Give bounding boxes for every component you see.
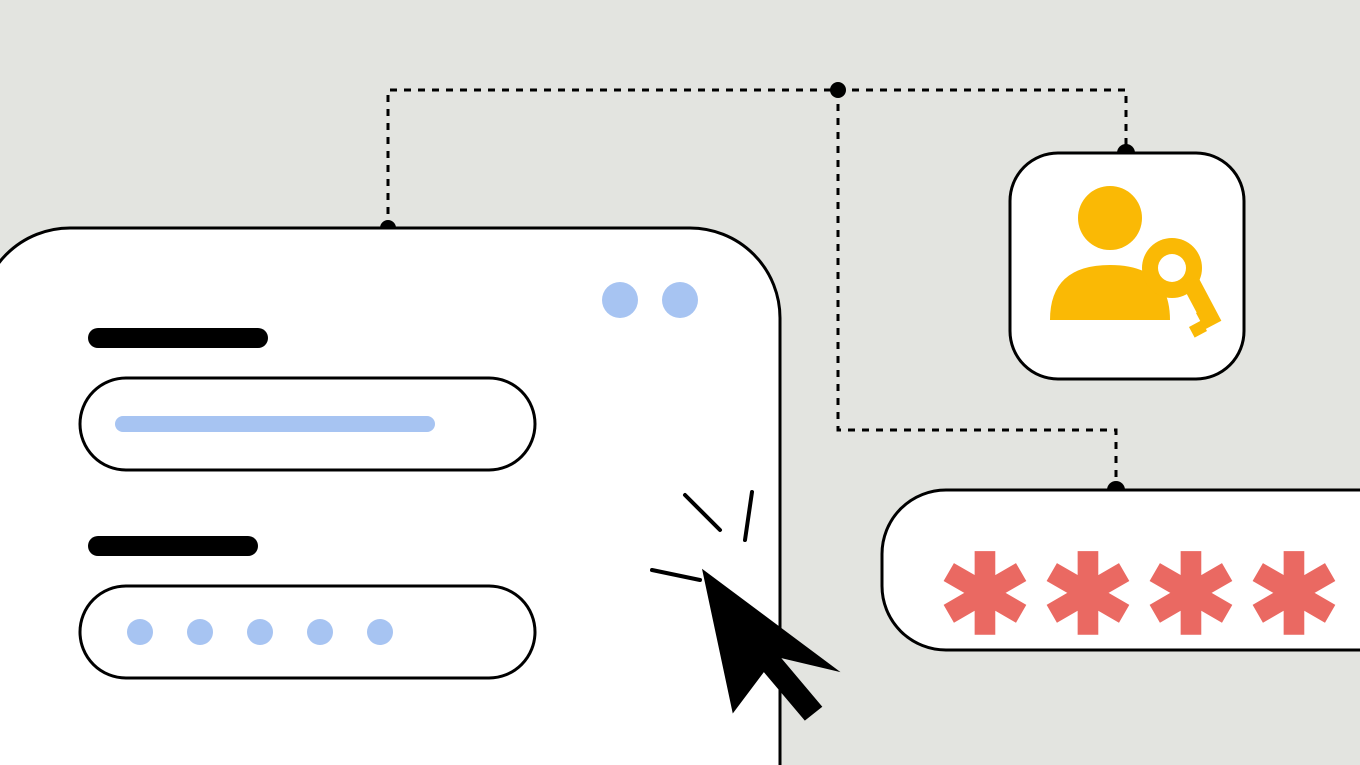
window-dot-icon xyxy=(602,282,638,318)
connector-node xyxy=(830,82,846,98)
asterisk-icon: ✱ xyxy=(1042,534,1134,657)
password-label xyxy=(88,536,258,556)
asterisk-icon: ✱ xyxy=(1145,534,1237,657)
username-value-line xyxy=(115,416,435,432)
credential-autofill-diagram: ✱ ✱ ✱ ✱ xyxy=(0,0,1360,765)
username-label xyxy=(88,328,268,348)
credential-app-card xyxy=(1010,153,1244,379)
asterisk-icon: ✱ xyxy=(939,534,1031,657)
credential-app-frame xyxy=(1010,153,1244,379)
login-panel-frame xyxy=(0,228,780,765)
password-preview-pill: ✱ ✱ ✱ ✱ xyxy=(882,490,1360,657)
login-panel xyxy=(0,228,780,765)
asterisk-icon: ✱ xyxy=(1248,534,1340,657)
window-dot-icon xyxy=(662,282,698,318)
